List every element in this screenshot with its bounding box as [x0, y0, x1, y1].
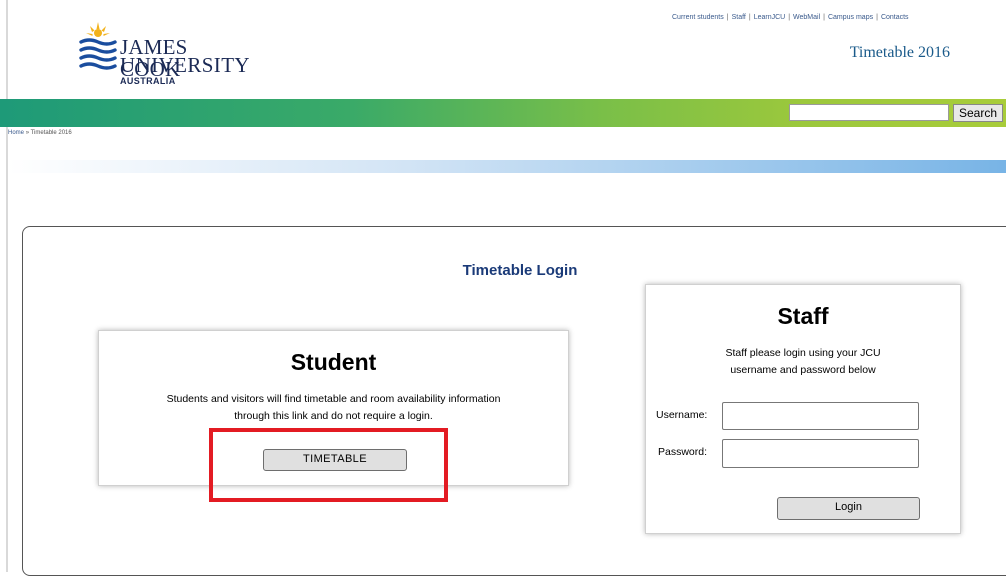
util-link-learnjcu[interactable]: LearnJCU [754, 14, 786, 21]
staff-description-line1: Staff please login using your JCU [725, 347, 881, 359]
util-link-campus-maps[interactable]: Campus maps [828, 14, 873, 21]
student-description: Students and visitors will find timetabl… [99, 391, 568, 425]
breadcrumb-home[interactable]: Home [8, 130, 24, 136]
staff-heading: Staff [777, 303, 829, 329]
password-field[interactable] [722, 439, 919, 468]
search-input[interactable] [789, 104, 949, 121]
util-link-webmail[interactable]: WebMail [793, 14, 820, 21]
username-label: Username: [656, 409, 708, 421]
page-left-rule [6, 0, 8, 572]
staff-card: Staff Staff please login using your JCU … [645, 284, 961, 534]
utility-nav: Current students | Staff | LearnJCU | WebMail |… [672, 14, 909, 21]
staff-description: Staff please login using your JCU userna… [646, 345, 960, 379]
password-label: Password: [658, 446, 708, 458]
student-heading: Student [290, 349, 377, 375]
decorative-blue-stripe [8, 160, 1006, 173]
util-link-current-students[interactable]: Current students [672, 14, 724, 21]
util-separator: | [823, 14, 825, 21]
staff-description-line2: username and password below [730, 364, 876, 376]
username-field[interactable] [722, 402, 919, 430]
student-description-line1: Students and visitors will find timetabl… [166, 393, 501, 405]
util-link-contacts[interactable]: Contacts [881, 14, 909, 21]
breadcrumb: Home » Timetable 2016 [8, 130, 72, 136]
login-button[interactable]: Login [777, 497, 920, 520]
breadcrumb-separator: » [25, 130, 30, 136]
student-description-line2: through this link and do not require a l… [234, 410, 433, 422]
util-separator: | [788, 14, 791, 21]
site-title: Timetable 2016 [849, 44, 950, 61]
highlight-annotation-box [209, 428, 448, 502]
util-separator: | [876, 14, 878, 21]
util-link-staff[interactable]: Staff [732, 14, 746, 21]
login-title: Timetable Login [462, 262, 578, 279]
util-separator: | [726, 14, 729, 21]
search-button[interactable]: Search [953, 104, 1003, 122]
util-separator: | [748, 14, 751, 21]
logo-text-line3: AUSTRALIA [120, 76, 176, 86]
jcu-logo[interactable]: JAMES COOK UNIVERSITY AUSTRALIA [78, 22, 250, 92]
jcu-emblem-icon [79, 22, 117, 70]
logo-text-line2: UNIVERSITY [120, 53, 250, 77]
breadcrumb-current: Timetable 2016 [30, 130, 72, 136]
